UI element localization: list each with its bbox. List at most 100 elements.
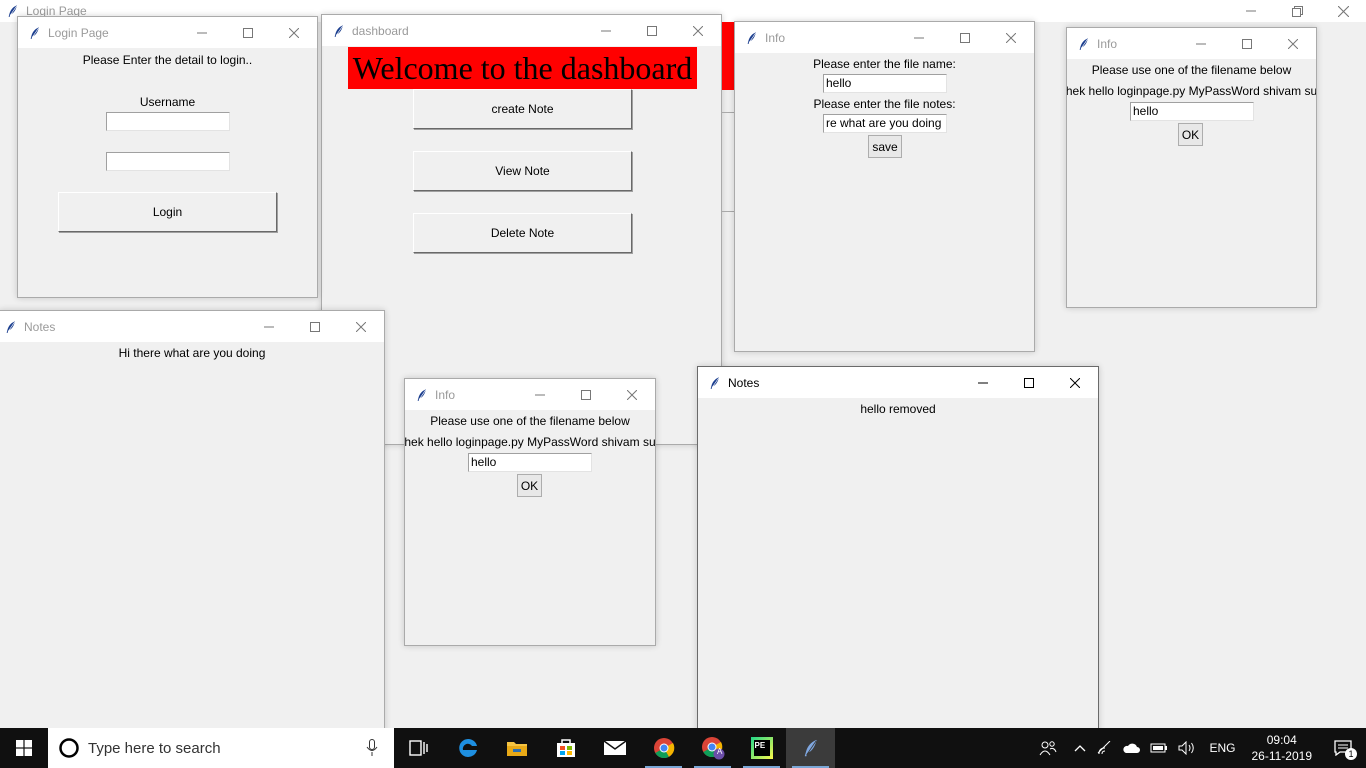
- maximize-button[interactable]: [1006, 367, 1052, 398]
- save-button[interactable]: save: [868, 135, 902, 158]
- filename-input[interactable]: hello: [468, 453, 592, 472]
- delete-note-button[interactable]: Delete Note: [413, 213, 632, 253]
- filename-input[interactable]: hello: [823, 74, 947, 93]
- clock[interactable]: 09:04 26-11-2019: [1244, 732, 1321, 764]
- minimize-icon: [914, 33, 924, 43]
- close-button[interactable]: [609, 379, 655, 410]
- minimize-button[interactable]: [583, 15, 629, 46]
- python-feather-icon: [804, 739, 817, 757]
- maximize-button[interactable]: [563, 379, 609, 410]
- close-button[interactable]: [271, 17, 317, 48]
- create-note-button[interactable]: create Note: [413, 89, 632, 129]
- onedrive-button[interactable]: [1117, 728, 1145, 768]
- info-delete-titlebar[interactable]: Info: [405, 379, 655, 410]
- close-icon: [289, 28, 299, 38]
- minimize-button[interactable]: [960, 367, 1006, 398]
- edge-button[interactable]: [443, 728, 492, 768]
- store-icon: [556, 739, 575, 757]
- maximize-button[interactable]: [942, 22, 988, 53]
- mail-button[interactable]: [590, 728, 639, 768]
- window-title: Notes: [24, 319, 56, 334]
- ok-button[interactable]: OK: [1178, 123, 1203, 146]
- notes-delete-titlebar[interactable]: Notes: [698, 367, 1098, 398]
- pycharm-button[interactable]: PE: [737, 728, 786, 768]
- welcome-banner: Welcome to the dashboard: [348, 47, 697, 89]
- clock-time: 09:04: [1266, 733, 1297, 747]
- show-hidden-icons-button[interactable]: [1069, 728, 1091, 768]
- maximize-button[interactable]: [225, 17, 271, 48]
- maximize-icon: [243, 28, 253, 38]
- restore-icon: [1291, 5, 1303, 17]
- notes-view-titlebar[interactable]: Notes: [0, 311, 384, 342]
- network-button[interactable]: [1091, 728, 1117, 768]
- chrome-profile-button[interactable]: A: [688, 728, 737, 768]
- people-icon: [1040, 741, 1057, 756]
- language-indicator[interactable]: ENG: [1201, 728, 1243, 768]
- python-tk-button[interactable]: [786, 728, 835, 768]
- maximize-button[interactable]: [629, 15, 675, 46]
- minimize-button[interactable]: [517, 379, 563, 410]
- task-view-button[interactable]: [394, 728, 443, 768]
- close-button[interactable]: [338, 311, 384, 342]
- chrome-icon: [653, 738, 674, 759]
- username-label: Username: [139, 95, 196, 109]
- close-button[interactable]: [675, 15, 721, 46]
- mail-icon: [603, 740, 626, 755]
- info-delete-window: Info Please use one of the filename belo…: [404, 378, 656, 646]
- info-view-titlebar[interactable]: Info: [1067, 28, 1316, 59]
- file-explorer-icon: [506, 742, 527, 756]
- close-button[interactable]: [1270, 28, 1316, 59]
- dashboard-titlebar[interactable]: dashboard: [322, 15, 721, 46]
- window-title: Info: [765, 30, 786, 45]
- minimize-button[interactable]: [1178, 28, 1224, 59]
- minimize-icon: [1246, 6, 1256, 16]
- view-note-button[interactable]: View Note: [413, 151, 632, 191]
- maximize-icon: [1242, 39, 1252, 49]
- maximize-icon: [581, 390, 591, 400]
- login-titlebar[interactable]: Login Page: [18, 17, 317, 48]
- maximize-icon: [647, 26, 657, 36]
- login-button[interactable]: Login: [58, 192, 277, 232]
- volume-icon: [1178, 741, 1195, 755]
- notes-input[interactable]: re what are you doing: [823, 114, 947, 133]
- python-feather-icon: [1073, 33, 1095, 55]
- maximize-button[interactable]: [292, 311, 338, 342]
- removed-message: hello removed: [860, 402, 936, 416]
- notes-label: Please enter the file notes:: [813, 97, 956, 111]
- close-icon: [1338, 6, 1349, 17]
- file-explorer-button[interactable]: [492, 728, 541, 768]
- volume-button[interactable]: [1173, 728, 1201, 768]
- battery-button[interactable]: [1145, 728, 1173, 768]
- minimize-icon: [978, 378, 988, 388]
- minimize-button[interactable]: [179, 17, 225, 48]
- ok-button[interactable]: OK: [517, 474, 542, 497]
- chrome-button[interactable]: [639, 728, 688, 768]
- password-input[interactable]: [106, 152, 230, 171]
- microphone-icon[interactable]: [366, 739, 378, 757]
- chrome-profile-badge: A: [717, 747, 723, 756]
- pycharm-label: PE: [753, 740, 770, 756]
- minimize-button[interactable]: [896, 22, 942, 53]
- login-window: Login Page Please Enter the detail to lo…: [17, 16, 318, 298]
- restore-button[interactable]: [1274, 0, 1320, 22]
- taskbar-search-box[interactable]: Type here to search: [48, 728, 394, 768]
- close-button[interactable]: [1320, 0, 1366, 22]
- close-icon: [1288, 39, 1298, 49]
- cloud-icon: [1123, 743, 1141, 753]
- filename-prompt: Please use one of the filename below: [430, 414, 630, 428]
- username-input[interactable]: [106, 112, 230, 131]
- python-feather-icon: [411, 384, 433, 406]
- action-center-button[interactable]: 1: [1320, 728, 1366, 768]
- minimize-button[interactable]: [246, 311, 292, 342]
- info-create-titlebar[interactable]: Info: [735, 22, 1034, 53]
- people-button[interactable]: [1027, 728, 1069, 768]
- notes-view-window: Notes Hi there what are you doing: [0, 310, 385, 740]
- start-button[interactable]: [0, 728, 48, 768]
- filename-input[interactable]: hello: [1130, 102, 1254, 121]
- store-button[interactable]: [541, 728, 590, 768]
- close-icon: [1070, 378, 1080, 388]
- close-button[interactable]: [1052, 367, 1098, 398]
- maximize-button[interactable]: [1224, 28, 1270, 59]
- close-button[interactable]: [988, 22, 1034, 53]
- minimize-button[interactable]: [1228, 0, 1274, 22]
